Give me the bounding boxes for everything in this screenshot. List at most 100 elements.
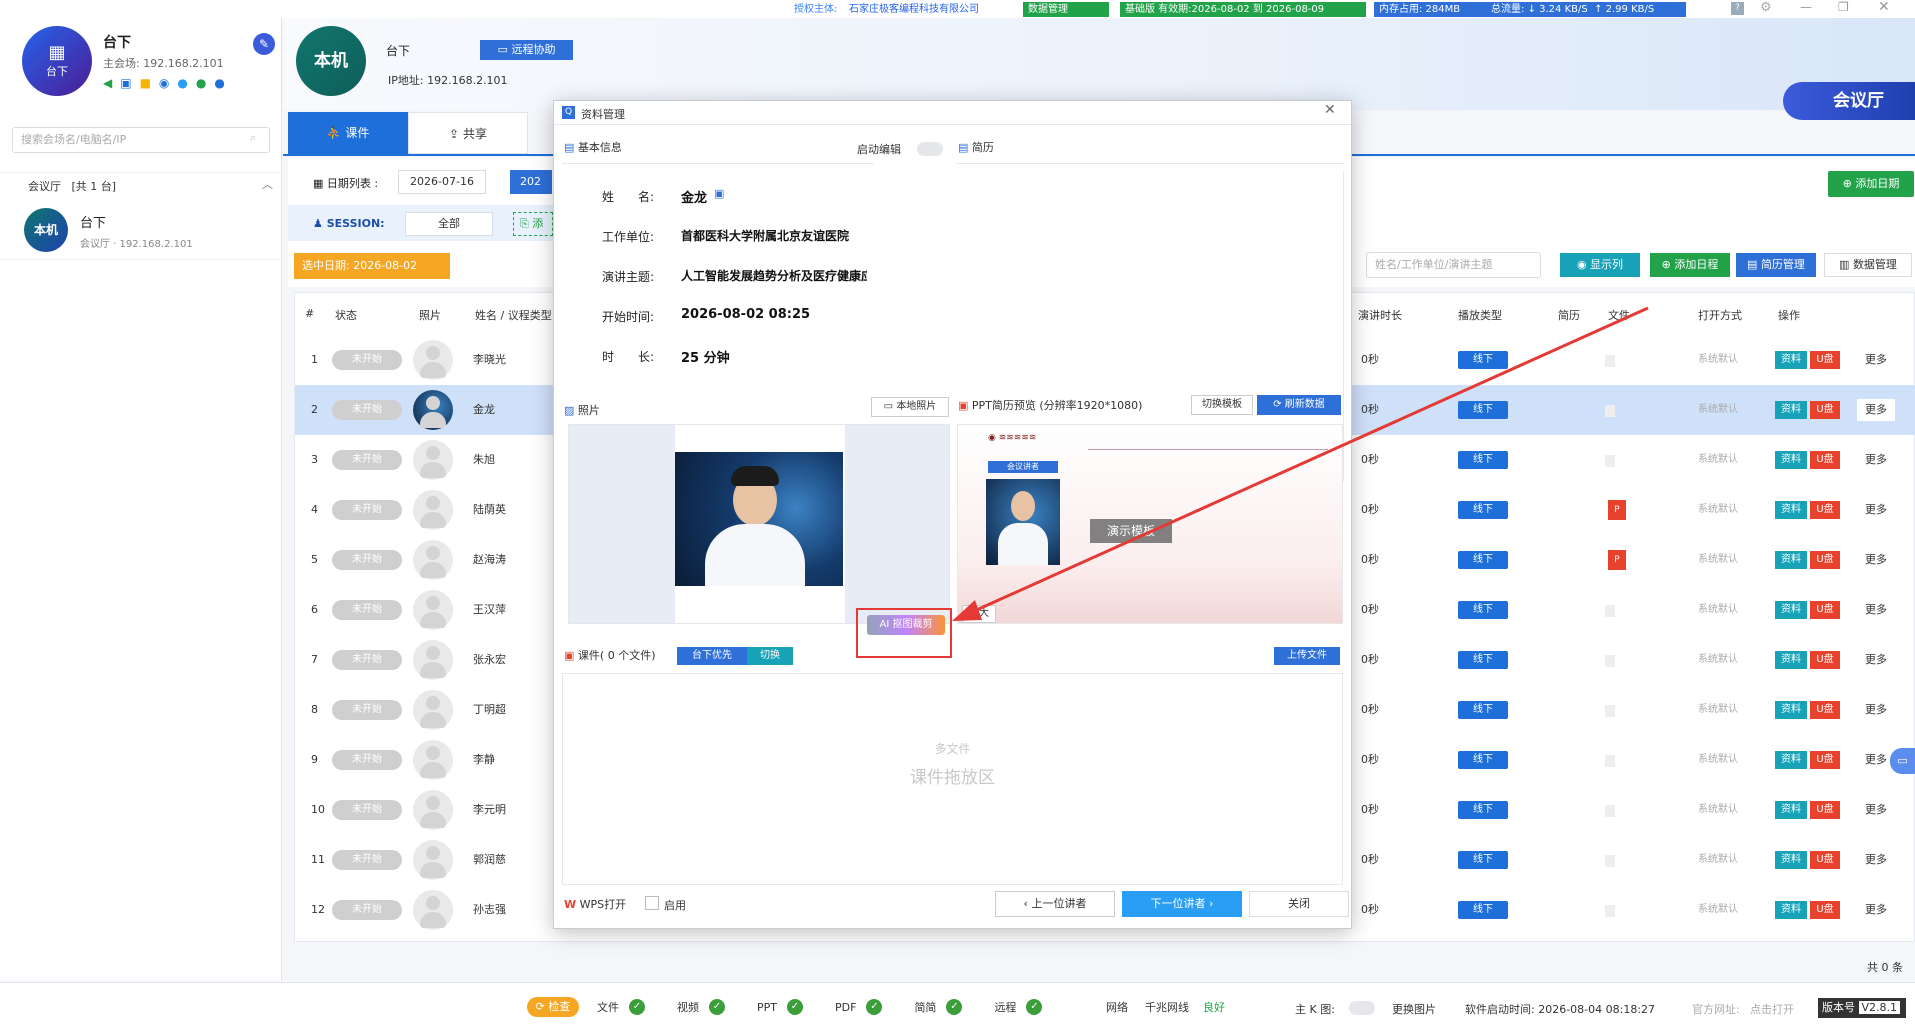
globe-icon[interactable]: ● (177, 76, 187, 90)
data-button[interactable]: 资料 (1775, 901, 1807, 919)
data-button[interactable]: 资料 (1775, 751, 1807, 769)
replace-image-button[interactable]: 更换图片 (1392, 1001, 1436, 1017)
switch-button[interactable]: 切换 (747, 647, 793, 665)
speaker-icon[interactable]: ◀ (103, 76, 112, 90)
usb-button[interactable]: U盘 (1810, 901, 1840, 919)
usb-button[interactable]: U盘 (1810, 501, 1840, 519)
more-button[interactable]: 更多 (1865, 785, 1887, 835)
tab-courseware[interactable]: ⛹ 课件 (288, 112, 408, 154)
courseware-drop-zone[interactable]: 多文件 课件拖放区 (562, 673, 1343, 885)
more-button[interactable]: 更多 (1865, 535, 1887, 585)
more-button[interactable]: 更多 (1865, 585, 1887, 635)
close-dialog-button[interactable]: 关闭 (1249, 891, 1349, 917)
usb-button[interactable]: U盘 (1810, 551, 1840, 569)
usb-button[interactable]: U盘 (1810, 801, 1840, 819)
play-type-button[interactable]: 线下 (1458, 351, 1508, 369)
prev-speaker-button[interactable]: ‹ 上一位讲者 (995, 891, 1115, 917)
id-card-icon[interactable]: ▣ (714, 187, 724, 200)
gear-icon[interactable]: ⚙ (1760, 0, 1772, 15)
data-button[interactable]: 资料 (1775, 451, 1807, 469)
venue-search-input[interactable]: 搜索会场名/电脑名/IP (12, 127, 270, 153)
play-type-button[interactable]: 线下 (1458, 601, 1508, 619)
check-button[interactable]: ⟳ 检查 (527, 997, 579, 1017)
remote-assist-button[interactable]: ▭ 远程协助 (480, 40, 573, 60)
play-type-button[interactable]: 线下 (1458, 551, 1508, 569)
usb-button[interactable]: U盘 (1810, 751, 1840, 769)
folder-icon[interactable]: ■ (140, 76, 151, 90)
play-type-button[interactable]: 线下 (1458, 451, 1508, 469)
more-button[interactable]: 更多 (1865, 485, 1887, 535)
local-priority-button[interactable]: 台下优先 (677, 647, 747, 665)
data-button[interactable]: 资料 (1775, 551, 1807, 569)
local-photo-button[interactable]: ▭ 本地照片 (871, 397, 949, 417)
more-button[interactable]: 更多 (1865, 335, 1887, 385)
minimize-icon[interactable]: — (1800, 0, 1812, 14)
close-icon[interactable]: ✕ (1878, 0, 1890, 15)
maximize-icon[interactable]: ❐ (1838, 0, 1849, 14)
more-button[interactable]: 更多 (1865, 435, 1887, 485)
close-icon[interactable]: ✕ (1324, 102, 1336, 118)
usb-button[interactable]: U盘 (1810, 851, 1840, 869)
resume-mgmt-button[interactable]: ▤ 简历管理 (1736, 253, 1816, 277)
session-select[interactable]: 全部 (405, 212, 493, 236)
play-type-button[interactable]: 线下 (1458, 751, 1508, 769)
data-button[interactable]: 资料 (1775, 651, 1807, 669)
more-button[interactable]: 更多 (1865, 635, 1887, 685)
group-header[interactable]: 会议厅 [共 1 台] (28, 178, 116, 194)
ie-icon[interactable]: ◉ (159, 76, 169, 90)
open-link[interactable]: 点击打开 (1750, 1001, 1794, 1017)
add-date-button[interactable]: ⊕ 添加日期 (1828, 171, 1914, 197)
zoom-button[interactable]: 放大 (962, 605, 996, 623)
upload-file-button[interactable]: 上传文件 (1274, 647, 1340, 665)
help-icon[interactable]: ? (1731, 2, 1744, 15)
edit-icon[interactable]: ✎ (253, 33, 275, 55)
date-chip-active[interactable]: 202 (510, 170, 552, 194)
usb-button[interactable]: U盘 (1810, 701, 1840, 719)
play-type-button[interactable]: 线下 (1458, 901, 1508, 919)
tool-icon[interactable]: ● (214, 76, 224, 90)
usb-button[interactable]: U盘 (1810, 451, 1840, 469)
date-chip[interactable]: 2026-07-16 (398, 170, 486, 194)
wechat-icon[interactable]: ● (196, 76, 206, 90)
data-button[interactable]: 资料 (1775, 351, 1807, 369)
search-icon[interactable]: ⌕ (250, 131, 256, 145)
next-speaker-button[interactable]: 下一位讲者 › (1122, 891, 1242, 917)
ppt-file-icon[interactable]: P (1608, 500, 1626, 520)
monitor-icon[interactable]: ▣ (120, 76, 131, 90)
usb-button[interactable]: U盘 (1810, 351, 1840, 369)
add-schedule-button[interactable]: ⊕ 添加日程 (1650, 253, 1730, 277)
play-type-button[interactable]: 线下 (1458, 401, 1508, 419)
chevron-up-icon[interactable]: ︿ (262, 176, 273, 192)
play-type-button[interactable]: 线下 (1458, 501, 1508, 519)
data-button[interactable]: 资料 (1775, 801, 1807, 819)
main-k-toggle[interactable] (1349, 1001, 1375, 1015)
play-type-button[interactable]: 线下 (1458, 651, 1508, 669)
tab-share[interactable]: ⇪ 共享 (408, 112, 528, 154)
more-button[interactable]: 更多 (1865, 885, 1887, 935)
ppt-file-icon[interactable]: P (1608, 550, 1626, 570)
enable-edit-toggle[interactable] (917, 142, 943, 156)
play-type-button[interactable]: 线下 (1458, 701, 1508, 719)
data-button[interactable]: 资料 (1775, 501, 1807, 519)
table-search-input[interactable]: 姓名/工作单位/演讲主题 (1366, 252, 1541, 278)
data-button[interactable]: 资料 (1775, 401, 1807, 419)
data-button[interactable]: 资料 (1775, 601, 1807, 619)
usb-button[interactable]: U盘 (1810, 601, 1840, 619)
usb-button[interactable]: U盘 (1810, 651, 1840, 669)
show-columns-button[interactable]: ◉ 显示列 (1560, 253, 1640, 277)
data-button[interactable]: 资料 (1775, 701, 1807, 719)
more-button[interactable]: 更多 (1865, 685, 1887, 735)
switch-template-button[interactable]: 切换模板 (1191, 395, 1253, 415)
enable-checkbox[interactable] (645, 896, 659, 910)
add-session-button[interactable]: ⎘ 添 (513, 212, 553, 236)
play-type-button[interactable]: 线下 (1458, 851, 1508, 869)
data-mgmt-badge[interactable]: 数据管理 (1023, 2, 1109, 17)
more-button[interactable]: 更多 (1865, 735, 1887, 785)
play-type-button[interactable]: 线下 (1458, 801, 1508, 819)
more-button[interactable]: 更多 (1857, 399, 1895, 421)
float-chat-icon[interactable]: ▭ (1890, 748, 1915, 774)
more-button[interactable]: 更多 (1865, 835, 1887, 885)
data-button[interactable]: 资料 (1775, 851, 1807, 869)
venue-avatar[interactable]: ▦ 台下 (22, 26, 92, 96)
usb-button[interactable]: U盘 (1810, 401, 1840, 419)
